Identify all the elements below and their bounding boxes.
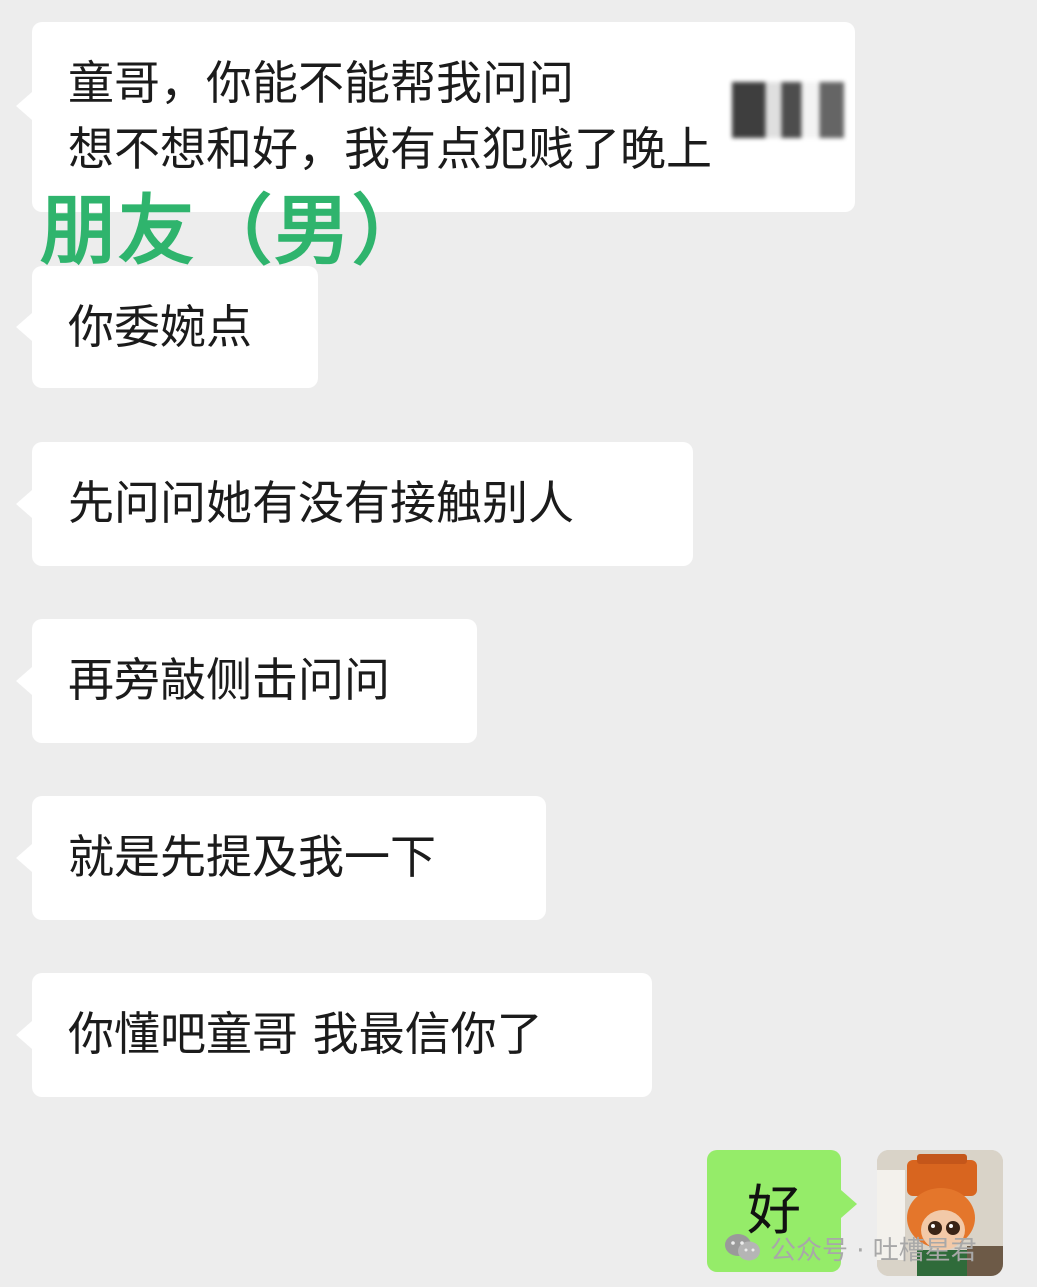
message-text-line: 先问问她有没有接触别人	[68, 476, 574, 530]
message-bubble-2[interactable]: 你委婉点	[16, 266, 318, 388]
message-text-line: 就是先提及我一下	[68, 830, 436, 884]
contact-label: 朋友（男）	[40, 186, 430, 275]
watermark: 公众号 · 吐槽星君	[724, 1228, 977, 1268]
message-text-line: 童哥，你能不能帮我问问	[68, 56, 574, 110]
watermark-text: 公众号 · 吐槽星君	[770, 1235, 977, 1266]
message-text-line: 你懂吧童哥 我最信你了	[68, 1007, 543, 1061]
message-text-line: 你委婉点	[68, 300, 252, 354]
message-bubble-5[interactable]: 就是先提及我一下	[16, 796, 546, 920]
message-bubble-4[interactable]: 再旁敲侧击问问	[16, 619, 477, 743]
redacted-name-mosaic	[732, 82, 844, 138]
message-bubble-3[interactable]: 先问问她有没有接触别人	[16, 442, 693, 566]
message-text-line: 想不想和好，我有点犯贱了晚上	[68, 122, 712, 176]
message-bubble-6[interactable]: 你懂吧童哥 我最信你了	[16, 973, 652, 1097]
message-bubble-1[interactable]: 童哥，你能不能帮我问问 想不想和好，我有点犯贱了晚上	[16, 22, 855, 212]
message-text-line: 再旁敲侧击问问	[68, 653, 390, 707]
wechat-icon	[725, 1234, 760, 1261]
